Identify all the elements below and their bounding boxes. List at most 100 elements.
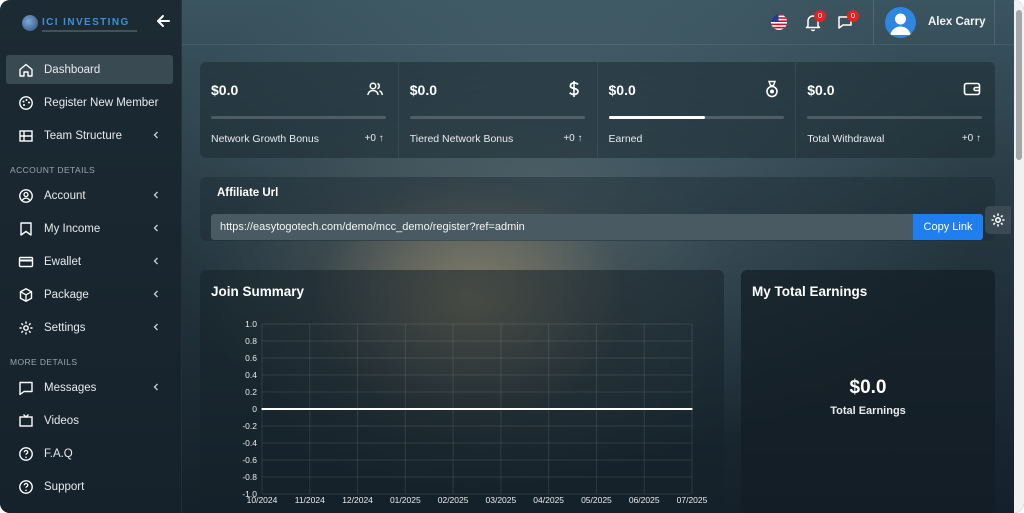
stat-progress-bar [608, 116, 784, 119]
sidebar-item-account[interactable]: Account [6, 181, 173, 210]
x-tick-label: 01/2025 [390, 495, 421, 505]
sidebar-item-my-income[interactable]: My Income [6, 214, 173, 243]
message-count-badge: 0 [847, 10, 859, 22]
chat-icon[interactable]: 0 [837, 10, 859, 32]
sidebar-item-package[interactable]: Package [6, 280, 173, 309]
avatar[interactable] [885, 7, 916, 38]
stat-amount: $0.0 [409, 82, 437, 98]
chevron-left-icon [151, 289, 161, 299]
section-label-account-details: ACCOUNT DETAILS [10, 165, 96, 175]
chevron-left-icon [151, 256, 161, 266]
y-tick-label: -0.6 [242, 455, 257, 465]
wallet-icon [963, 80, 981, 98]
x-tick-label: 10/2024 [247, 495, 278, 505]
stat-amount: $0.0 [608, 82, 636, 98]
stat-label: Network Growth Bonus [211, 133, 319, 145]
page-scrollbar[interactable] [1014, 0, 1024, 513]
stat-card-earned: $0.0 Earned [598, 62, 797, 158]
tv-icon [18, 413, 34, 429]
chevron-left-icon [151, 223, 161, 233]
x-tick-label: 05/2025 [581, 495, 612, 505]
stat-label: Earned [608, 133, 643, 145]
x-tick-label: 02/2025 [438, 495, 469, 505]
stat-label: Tiered Network Bonus [409, 133, 514, 145]
y-tick-label: 1.0 [245, 319, 257, 329]
brand-name: ICI INVESTING [42, 17, 130, 28]
series-point [500, 408, 502, 410]
sidebar-item-videos[interactable]: Videos [6, 406, 173, 435]
sidebar-item-support[interactable]: Support [6, 472, 173, 501]
users-icon [366, 80, 384, 98]
join-summary-chart: 1.00.80.60.40.20-0.2-0.4-0.6-0.8-1.010/2… [242, 319, 708, 505]
x-tick-label: 07/2025 [677, 495, 708, 505]
dollar-icon [565, 80, 583, 98]
arrow-left-icon[interactable] [154, 12, 172, 30]
stat-delta: +0 ↑ [365, 133, 384, 144]
sidebar-item-label: Account [44, 189, 86, 202]
total-earnings-panel: My Total Earnings $0.0 Total Earnings [741, 270, 995, 513]
stat-progress-bar [211, 116, 386, 119]
stat-delta-value: +0 [961, 133, 974, 144]
header-divider [873, 0, 874, 45]
message-square-icon [18, 380, 34, 396]
sidebar-item-team-structure[interactable]: Team Structure [6, 121, 173, 150]
chevron-left-icon [151, 322, 161, 332]
y-tick-label: 0.2 [245, 387, 257, 397]
copy-link-button[interactable]: Copy Link [913, 214, 983, 240]
sidebar-nav: Dashboard Register New Member Team Struc… [0, 45, 181, 501]
palette-icon [18, 95, 34, 111]
bell-icon[interactable]: 0 [804, 10, 826, 32]
total-earnings-label: Total Earnings [830, 405, 906, 417]
user-name[interactable]: Alex Carry [928, 16, 986, 28]
affiliate-url-title: Affiliate Url [217, 187, 279, 199]
sidebar-item-label: Videos [44, 414, 79, 427]
series-point [595, 408, 598, 410]
x-tick-label: 11/2024 [295, 495, 325, 505]
stat-card-tiered-network-bonus: $0.0 Tiered Network Bonus +0 ↑ [399, 62, 598, 158]
stat-progress-fill [608, 116, 705, 119]
scrollbar-thumb[interactable] [1016, 10, 1022, 160]
stat-progress-bar [807, 116, 983, 119]
user-circle-icon [18, 188, 34, 204]
header-divider [994, 0, 995, 45]
sidebar-item-faq[interactable]: F.A.Q [6, 439, 173, 468]
sidebar-item-ewallet[interactable]: Ewallet [6, 247, 173, 276]
stat-card-network-growth-bonus: $0.0 Network Growth Bonus +0 ↑ [200, 62, 399, 158]
sidebar-item-settings[interactable]: Settings [6, 313, 173, 342]
stat-delta-value: +0 [563, 133, 575, 144]
stat-progress-bar [409, 116, 585, 119]
settings-gear-button[interactable] [985, 206, 1011, 234]
chevron-left-icon [151, 382, 161, 392]
app-window: ICI INVESTING Dashboard Register New Mem… [0, 0, 1024, 513]
arrow-up-icon: ↑ [378, 133, 384, 144]
y-tick-label: -0.4 [242, 438, 257, 448]
top-header: 0 0 Alex Carry [182, 0, 1024, 45]
logo[interactable]: ICI INVESTING [0, 0, 181, 45]
stat-delta: +0 ↑ [962, 133, 981, 144]
y-tick-label: -0.2 [242, 421, 257, 431]
us-flag-icon[interactable] [771, 14, 787, 30]
sidebar-item-label: Settings [44, 321, 86, 334]
sidebar-item-label: Register New Member [44, 96, 159, 109]
affiliate-url-panel: Affiliate Url https://easytogotech.com/d… [200, 177, 995, 241]
series-point [643, 408, 646, 410]
box-icon [18, 287, 34, 303]
sidebar-item-label: Dashboard [44, 63, 101, 76]
help-circle-icon [18, 479, 34, 495]
bookmark-icon [18, 221, 34, 237]
sidebar-item-register-new-member[interactable]: Register New Member [6, 88, 173, 117]
sidebar-item-messages[interactable]: Messages [6, 373, 173, 402]
sidebar-item-label: Package [44, 288, 89, 301]
series-point [308, 408, 311, 410]
arrow-up-icon: ↑ [577, 133, 583, 144]
y-tick-label: -0.8 [242, 472, 257, 482]
help-circle-icon [18, 446, 34, 462]
affiliate-url-field[interactable]: https://easytogotech.com/demo/mcc_demo/r… [211, 214, 913, 240]
y-tick-label: 0.4 [245, 370, 257, 380]
medal-icon [763, 80, 781, 98]
stat-amount: $0.0 [807, 82, 835, 98]
sidebar: ICI INVESTING Dashboard Register New Mem… [0, 0, 182, 513]
stat-delta: +0 ↑ [563, 133, 582, 144]
sidebar-item-dashboard[interactable]: Dashboard [6, 55, 173, 84]
logo-mark-icon [22, 14, 38, 31]
